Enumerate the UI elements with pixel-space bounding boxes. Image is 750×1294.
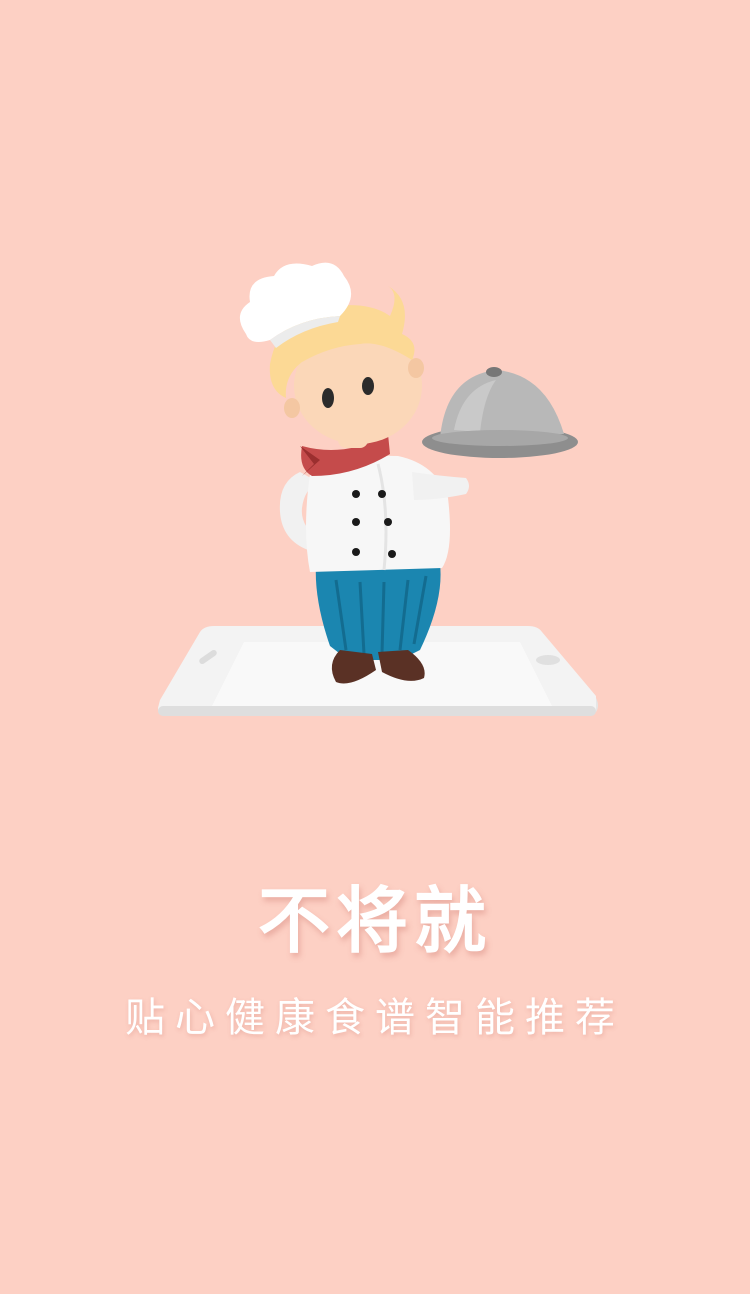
splash-headline: 不将就 xyxy=(257,879,492,963)
splash-subtitle: 贴心健康食谱智能推荐 xyxy=(125,995,625,1041)
chef-illustration xyxy=(158,262,598,716)
splash-screen: 不将就 贴心健康食谱智能推荐 xyxy=(0,0,750,1294)
chef-figure xyxy=(239,262,469,684)
cloche-icon xyxy=(422,367,578,458)
